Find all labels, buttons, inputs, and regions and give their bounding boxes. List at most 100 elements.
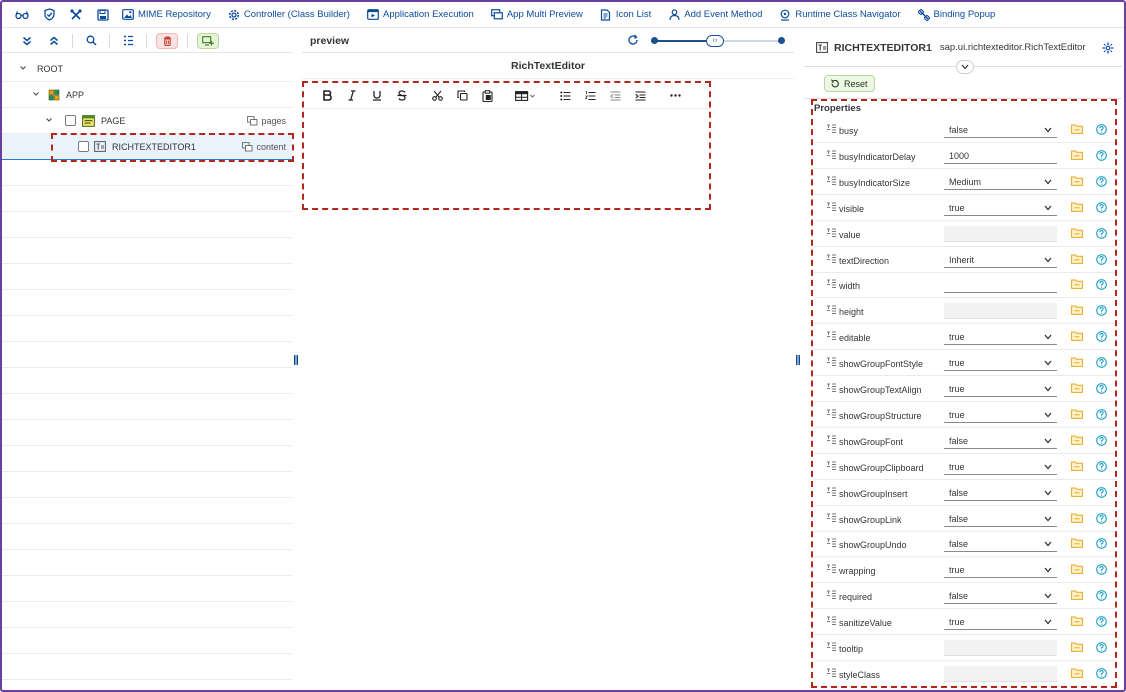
- collapse-header-button[interactable]: [956, 60, 974, 74]
- binding-folder-icon[interactable]: [1071, 513, 1083, 523]
- property-value-select[interactable]: true: [944, 407, 1057, 423]
- zoom-slider[interactable]: ‹›: [651, 35, 785, 47]
- shield-check-icon[interactable]: [41, 7, 57, 23]
- property-value-select[interactable]: true: [944, 381, 1057, 397]
- binding-folder-icon[interactable]: [1071, 461, 1083, 471]
- outdent-button[interactable]: [606, 87, 624, 105]
- binding-folder-icon[interactable]: [1071, 279, 1083, 290]
- help-icon[interactable]: [1096, 357, 1107, 368]
- splitter-grip-icon[interactable]: [294, 355, 298, 365]
- add-control-button[interactable]: [197, 32, 219, 49]
- bullet-list-button[interactable]: [556, 87, 574, 105]
- property-value-select[interactable]: false: [944, 588, 1057, 605]
- binding-folder-icon[interactable]: [1071, 254, 1083, 264]
- property-value-select[interactable]: false: [944, 485, 1057, 501]
- toolbar-add-event-method[interactable]: Add Event Method: [668, 8, 762, 21]
- toolbar-application-execution[interactable]: Application Execution: [367, 9, 474, 21]
- dropdown-arrow-icon[interactable]: [1044, 619, 1052, 625]
- settings-icon[interactable]: [1102, 42, 1114, 54]
- wrench-cross-icon[interactable]: [68, 7, 84, 23]
- binding-folder-icon[interactable]: [1071, 668, 1083, 678]
- tree-node-page[interactable]: PAGE pages: [2, 108, 292, 134]
- help-icon[interactable]: [1096, 590, 1107, 602]
- property-value-input[interactable]: [944, 277, 1057, 294]
- help-icon[interactable]: [1096, 227, 1107, 239]
- table-button[interactable]: [513, 87, 539, 105]
- binding-folder-icon[interactable]: [1071, 305, 1083, 316]
- binding-folder-icon[interactable]: [1071, 409, 1083, 419]
- binding-folder-icon[interactable]: [1071, 435, 1083, 445]
- toolbar-binding-popup[interactable]: Binding Popup: [917, 8, 995, 21]
- indent-button[interactable]: [631, 87, 649, 105]
- dropdown-arrow-icon[interactable]: [1044, 360, 1052, 366]
- help-icon[interactable]: [1096, 434, 1107, 446]
- binding-folder-icon[interactable]: [1071, 176, 1083, 186]
- dropdown-arrow-icon[interactable]: [1044, 438, 1052, 444]
- rte-content-area[interactable]: [304, 110, 710, 208]
- glasses-icon[interactable]: [14, 7, 30, 23]
- copy-button[interactable]: [453, 87, 471, 105]
- dropdown-arrow-icon[interactable]: [1044, 593, 1052, 599]
- binding-folder-icon[interactable]: [1071, 150, 1083, 160]
- property-value-select[interactable]: false: [944, 536, 1057, 553]
- paste-button[interactable]: [478, 87, 496, 105]
- help-icon[interactable]: [1096, 512, 1107, 524]
- tree-node-app[interactable]: APP: [2, 82, 292, 108]
- underline-button[interactable]: [368, 87, 386, 105]
- property-value-select[interactable]: true: [944, 200, 1057, 216]
- help-icon[interactable]: [1096, 124, 1107, 135]
- bold-button[interactable]: [318, 87, 336, 105]
- reset-button[interactable]: Reset: [824, 75, 875, 92]
- search-button[interactable]: [82, 33, 100, 49]
- help-icon[interactable]: [1096, 383, 1107, 394]
- help-icon[interactable]: [1096, 564, 1107, 576]
- dropdown-arrow-icon[interactable]: [1044, 490, 1052, 496]
- binding-folder-icon[interactable]: [1071, 202, 1083, 212]
- help-icon[interactable]: [1096, 331, 1107, 343]
- dropdown-arrow-icon[interactable]: [1044, 412, 1052, 418]
- toolbar-icon-list[interactable]: Icon List: [600, 8, 651, 21]
- property-value-input[interactable]: 1000: [944, 147, 1057, 164]
- dropdown-arrow-icon[interactable]: [1044, 179, 1052, 185]
- binding-folder-icon[interactable]: [1071, 383, 1083, 393]
- expand-all-button[interactable]: [18, 33, 36, 49]
- help-icon[interactable]: [1096, 305, 1107, 317]
- property-value-input[interactable]: [944, 665, 1057, 682]
- binding-folder-icon[interactable]: [1071, 331, 1083, 342]
- collapse-all-button[interactable]: [45, 33, 63, 49]
- more-options-button[interactable]: [666, 87, 684, 105]
- slider-handle[interactable]: ‹›: [706, 35, 724, 47]
- delete-button[interactable]: [156, 32, 178, 49]
- dropdown-arrow-icon[interactable]: [1044, 541, 1052, 547]
- property-value-select[interactable]: true: [944, 329, 1057, 346]
- tree-list-button[interactable]: [119, 33, 137, 49]
- property-value-input[interactable]: [944, 303, 1057, 320]
- numbered-list-button[interactable]: [581, 87, 599, 105]
- help-icon[interactable]: [1096, 538, 1107, 550]
- binding-folder-icon[interactable]: [1071, 564, 1083, 575]
- toolbar-controller-class-builder[interactable]: Controller (Class Builder): [228, 9, 350, 21]
- dropdown-arrow-icon[interactable]: [1044, 334, 1052, 340]
- richtexteditor-checkbox[interactable]: [78, 141, 89, 152]
- property-value-select[interactable]: Inherit: [944, 252, 1057, 268]
- dropdown-arrow-icon[interactable]: [1044, 127, 1052, 133]
- help-icon[interactable]: [1096, 668, 1107, 679]
- tree-node-root[interactable]: ROOT: [2, 56, 292, 82]
- binding-folder-icon[interactable]: [1071, 228, 1083, 238]
- save-icon[interactable]: [95, 7, 111, 23]
- help-icon[interactable]: [1096, 253, 1107, 265]
- binding-folder-icon[interactable]: [1071, 538, 1083, 549]
- dropdown-arrow-icon[interactable]: [1044, 464, 1052, 470]
- help-icon[interactable]: [1096, 460, 1107, 472]
- toolbar-runtime-class-navigator[interactable]: Runtime Class Navigator: [779, 9, 901, 21]
- strikethrough-button[interactable]: [393, 87, 411, 105]
- help-icon[interactable]: [1096, 409, 1107, 420]
- binding-folder-icon[interactable]: [1071, 590, 1083, 601]
- binding-folder-icon[interactable]: [1071, 487, 1083, 497]
- property-value-select[interactable]: false: [944, 122, 1057, 138]
- help-icon[interactable]: [1096, 642, 1107, 653]
- refresh-icon[interactable]: [627, 34, 639, 46]
- tree-node-richtexteditor1[interactable]: RICHTEXTEDITOR1 content: [2, 134, 292, 160]
- help-icon[interactable]: [1096, 175, 1107, 187]
- italic-button[interactable]: [343, 87, 361, 105]
